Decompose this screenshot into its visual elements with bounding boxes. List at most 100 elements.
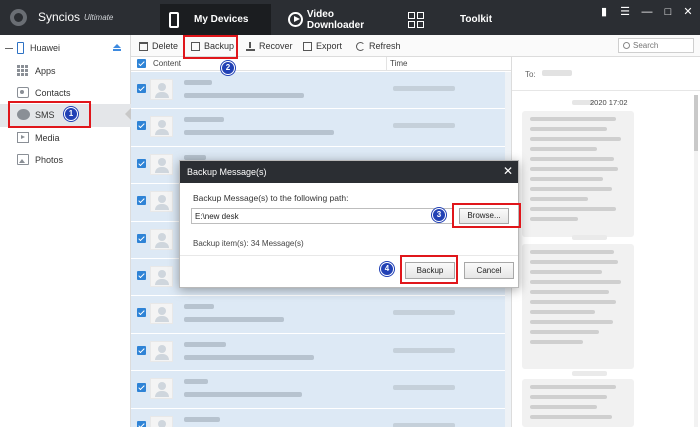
column-header-content[interactable]: Content [153,59,181,68]
tab-my-devices-label: My Devices [194,14,249,25]
tab-video-downloader[interactable]: Video Downloader [283,4,393,35]
sidebar-item-label: Apps [35,66,56,76]
table-row[interactable] [131,408,511,427]
table-row[interactable] [131,333,511,372]
highlight-confirm-backup [400,255,458,284]
minimize-icon[interactable]: — [640,5,654,19]
menu-icon[interactable]: ☰ [618,5,632,19]
highlight-sms [8,101,91,128]
tab-video-downloader-label: Video Downloader [306,8,365,31]
delete-button[interactable]: Delete [139,40,178,52]
collapse-icon[interactable] [5,48,13,49]
row-checkbox[interactable] [137,158,146,168]
cancel-button[interactable]: Cancel [464,262,514,279]
contact-avatar-icon [150,265,173,287]
search-icon [623,42,630,49]
app-edition: Ultimate [84,13,114,22]
media-icon [17,132,29,143]
maximize-icon[interactable]: □ [661,5,675,19]
sidebar-item-media[interactable]: Media [0,127,131,149]
contacts-icon [17,87,29,98]
table-row[interactable] [131,371,511,409]
play-icon [288,12,303,27]
export-button[interactable]: Export [303,40,342,52]
row-checkbox[interactable] [137,121,146,131]
redacted-message [184,130,334,136]
refresh-icon [356,41,365,51]
row-checkbox[interactable] [137,84,146,93]
preview-scrollbar[interactable] [694,95,698,427]
redacted-message [184,93,304,98]
step-badge-1: 1 [64,107,78,121]
sidebar-item-apps[interactable]: Apps [0,60,131,82]
redacted-time [393,310,455,316]
select-all-checkbox[interactable] [137,59,146,68]
table-row[interactable] [131,296,511,334]
device-name: Huawei [30,43,61,53]
tab-my-devices[interactable]: My Devices [160,4,271,35]
contact-avatar-icon [150,153,173,175]
row-checkbox[interactable] [137,383,146,393]
tab-toolkit[interactable]: Toolkit [406,4,496,35]
export-icon [303,41,312,51]
table-row[interactable] [131,72,511,110]
contact-avatar-icon [150,116,173,138]
message-icon[interactable]: ▮ [597,5,611,19]
close-icon[interactable]: ✕ [681,5,695,19]
tab-toolkit-label: Toolkit [460,14,493,25]
eject-icon[interactable] [113,44,121,52]
recipient-redacted [542,70,572,76]
column-divider [386,57,387,71]
recover-button[interactable]: Recover [246,40,293,52]
step-badge-3: 3 [432,208,446,222]
redacted-sender [184,341,226,347]
row-checkbox[interactable] [137,420,146,427]
redacted-time [393,123,455,129]
contact-avatar-icon [150,378,173,400]
highlight-backup [183,35,238,59]
device-phone-icon [17,42,24,54]
list-header: Content Time [131,57,511,71]
redacted-time [393,347,455,353]
redacted-message [184,392,302,398]
redacted-sender [184,416,220,422]
device-row[interactable]: Huawei [0,38,131,58]
title-bar: Syncios Ultimate My Devices Video Downlo… [0,0,700,35]
timestamp-redacted [572,371,607,376]
contact-avatar-icon [150,415,173,427]
app-name: Syncios [38,10,81,24]
syncios-logo-icon [10,9,27,26]
recover-label: Recover [259,41,293,51]
dialog-title: Backup Message(s) [187,167,267,177]
step-badge-4: 4 [380,262,394,276]
search-box[interactable] [618,38,694,53]
search-input[interactable] [633,40,691,51]
sidebar-item-label: Contacts [35,88,71,98]
message-bubble [522,244,634,369]
row-checkbox[interactable] [137,270,146,280]
dialog-close-icon[interactable]: ✕ [502,164,514,178]
path-label: Backup Message(s) to the following path: [193,193,349,203]
contact-avatar-icon [150,228,173,250]
dialog-title-bar: Backup Message(s) ✕ [180,161,518,183]
backup-path-input[interactable] [191,208,454,224]
export-label: Export [316,41,343,51]
preview-timestamp: 2020 17:02 [590,98,628,107]
redacted-sender [184,379,208,385]
row-checkbox[interactable] [137,233,146,243]
row-checkbox[interactable] [137,345,146,355]
sidebar-item-photos[interactable]: Photos [0,149,131,171]
sidebar-item-label: Photos [35,155,64,165]
toolkit-grid-icon [408,11,424,28]
redacted-time [393,385,455,391]
redacted-time [393,422,455,427]
redacted-message [184,354,314,360]
refresh-button[interactable]: Refresh [356,40,401,52]
row-checkbox[interactable] [137,308,146,318]
redacted-message [184,317,284,323]
column-header-time[interactable]: Time [390,59,407,68]
row-checkbox[interactable] [137,196,146,206]
table-row[interactable] [131,109,511,147]
highlight-browse [452,203,521,228]
message-bubble [522,379,634,427]
